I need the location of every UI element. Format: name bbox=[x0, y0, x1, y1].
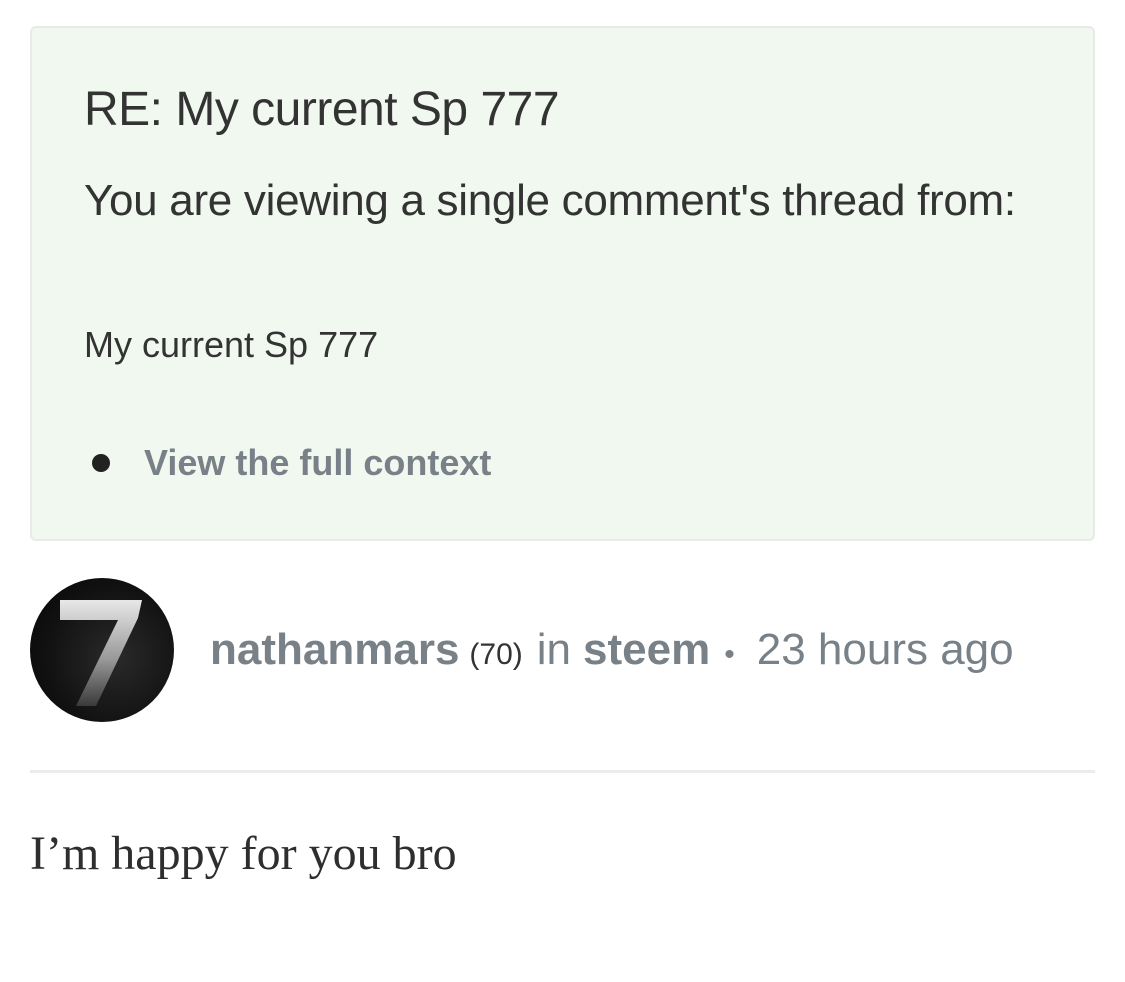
in-label: in bbox=[536, 625, 572, 674]
separator-dot: • bbox=[724, 638, 735, 671]
comment-title: RE: My current Sp 777 bbox=[84, 83, 560, 136]
list-item: View the full context bbox=[84, 438, 491, 488]
context-description: You are viewing a single comment's threa… bbox=[84, 176, 1016, 225]
parent-post-title[interactable]: My current Sp 777 bbox=[84, 324, 378, 366]
seven-logo-icon bbox=[60, 600, 142, 706]
author-name-link[interactable]: nathanmars bbox=[210, 625, 459, 675]
avatar[interactable] bbox=[30, 578, 174, 722]
comment-author-row: nathanmars (70) in steem • 23 hours ago bbox=[30, 578, 1014, 722]
timestamp-link[interactable]: 23 hours ago bbox=[757, 625, 1014, 675]
community-link[interactable]: steem bbox=[583, 625, 710, 675]
view-full-context-link[interactable]: View the full context bbox=[144, 442, 491, 484]
thread-context-panel: RE: My current Sp 777 You are viewing a … bbox=[30, 26, 1095, 541]
context-links-list: View the full context bbox=[84, 438, 491, 488]
divider bbox=[30, 770, 1095, 773]
comment-meta: nathanmars (70) in steem • 23 hours ago bbox=[210, 625, 1014, 675]
comment-body: I’m happy for you bro bbox=[30, 827, 457, 880]
reputation-badge: (70) bbox=[469, 638, 523, 671]
bullet-icon bbox=[92, 454, 110, 472]
